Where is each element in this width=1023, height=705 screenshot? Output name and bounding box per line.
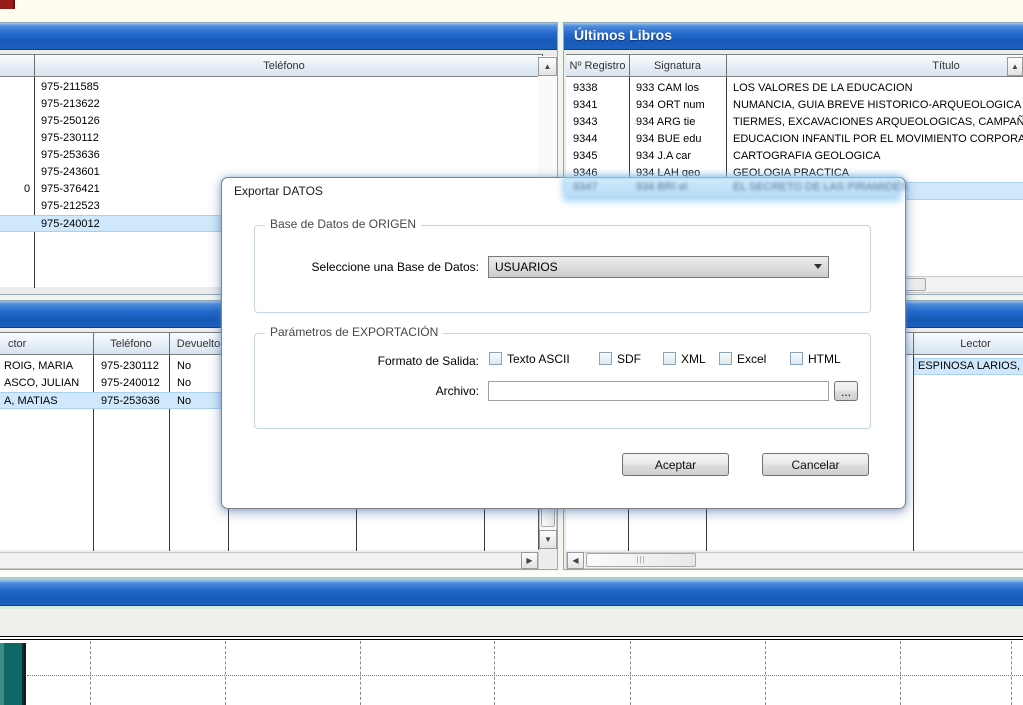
report-titlebar[interactable] [0, 580, 1023, 606]
hscroll-thumb[interactable]: ||| [586, 553, 696, 567]
col-lector[interactable]: Lector [926, 333, 1023, 355]
group-origen-label: Base de Datos de ORIGEN [265, 217, 421, 231]
window-title: Últimos Libros [574, 27, 672, 43]
col-registro[interactable]: Nº Registro [566, 55, 629, 77]
browse-button[interactable]: ... [834, 381, 858, 401]
phone-row[interactable]: 975-250126 [0, 113, 542, 130]
col-devuelto[interactable]: Devuelto [169, 333, 228, 355]
scroll-down-button[interactable]: ▼ [539, 530, 557, 549]
report-guide-line [90, 641, 91, 705]
scroll-right-button[interactable]: ▶ [521, 552, 538, 569]
phone-row[interactable]: 975-253636 [0, 147, 542, 164]
glitch-selected-book-row: 9347 934 BRI el EL SECRETO DE LAS PIRAMI… [566, 179, 898, 198]
col-lector[interactable]: ctor [8, 333, 68, 355]
checkbox-xml-label: XML [681, 352, 706, 366]
group-parametros-label: Parámetros de EXPORTACIÓN [265, 325, 443, 339]
report-guide-line [1011, 641, 1012, 705]
export-dialog: Exportar DATOS Base de Datos de ORIGEN S… [221, 177, 906, 509]
checkbox-excel-label: Excel [737, 352, 766, 366]
scroll-up-button[interactable]: ▲ [1007, 57, 1023, 76]
report-guide-line [630, 641, 631, 705]
libro-row[interactable]: 9338 933 CAM los LOS VALORES DE LA EDUCA… [566, 80, 1023, 97]
checkbox-xml[interactable] [663, 352, 676, 365]
report-guide-line [900, 641, 901, 705]
formato-label: Formato de Salida: [258, 354, 479, 368]
checkbox-html[interactable] [790, 352, 803, 365]
prestamos-hscrollbar[interactable] [0, 552, 539, 569]
chevron-down-icon [814, 264, 822, 269]
col-titulo[interactable]: Título [896, 55, 996, 77]
libros-grid-header: Nº Registro Signatura Título [566, 55, 1023, 77]
checkbox-html-label: HTML [808, 352, 841, 366]
ultimos-libros-titlebar[interactable]: Últimos Libros [564, 23, 1023, 50]
window-phones-titlebar[interactable] [0, 23, 557, 50]
col-telefono[interactable]: Teléfono [93, 333, 169, 355]
col-signatura[interactable]: Signatura [629, 55, 726, 77]
checkbox-excel[interactable] [719, 352, 732, 365]
report-guide-line [494, 641, 495, 705]
archivo-label: Archivo: [258, 384, 479, 398]
report-toolbar-area [0, 609, 1023, 636]
checkbox-sdf[interactable] [599, 352, 612, 365]
hscroll-thumb[interactable] [903, 278, 926, 291]
report-margin-bar [0, 643, 24, 705]
phone-row[interactable]: 975-211585 [0, 79, 542, 96]
app-screen: Teléfono 975-211585 975-213622 975-25012… [0, 0, 1023, 705]
select-db-label: Seleccione una Base de Datos: [258, 260, 479, 274]
libro-row[interactable]: 9341 934 ORT num NUMANCIA, GUIA BREVE HI… [566, 97, 1023, 114]
phone-row[interactable]: 975-230112 [0, 130, 542, 147]
libro-row[interactable]: 9344 934 BUE edu EDUCACION INFANTIL POR … [566, 131, 1023, 148]
report-guide-line [225, 641, 226, 705]
phones-grid-header: Teléfono [0, 55, 542, 77]
database-select[interactable]: USUARIOS [488, 256, 829, 278]
cancelar-button[interactable]: Cancelar [762, 453, 869, 476]
bottom-panel [0, 571, 1023, 705]
scroll-up-button[interactable]: ▲ [538, 57, 557, 76]
archivo-input[interactable] [488, 381, 829, 401]
top-strip [0, 0, 1023, 21]
report-guide-line [765, 641, 766, 705]
report-guide-line [360, 641, 361, 705]
checkbox-texto-ascii[interactable] [489, 352, 502, 365]
report-guide-hline [27, 675, 1023, 676]
corner-marker [0, 0, 15, 9]
libro-row[interactable]: 9345 934 J.A car CARTOGRAFIA GEOLOGICA [566, 148, 1023, 165]
checkbox-texto-ascii-label: Texto ASCII [507, 352, 570, 366]
database-select-value: USUARIOS [495, 260, 558, 274]
scroll-left-button[interactable]: ◀ [567, 552, 584, 569]
dialog-title: Exportar DATOS [234, 184, 323, 198]
checkbox-sdf-label: SDF [617, 352, 641, 366]
aceptar-button[interactable]: Aceptar [622, 453, 729, 476]
phone-column-header[interactable]: Teléfono [34, 55, 534, 77]
truncated-cell-fragment: 0 [24, 181, 30, 198]
libro-row[interactable]: 9343 934 ARG tie TIERMES, EXCAVACIONES A… [566, 114, 1023, 131]
phone-row[interactable]: 975-213622 [0, 96, 542, 113]
